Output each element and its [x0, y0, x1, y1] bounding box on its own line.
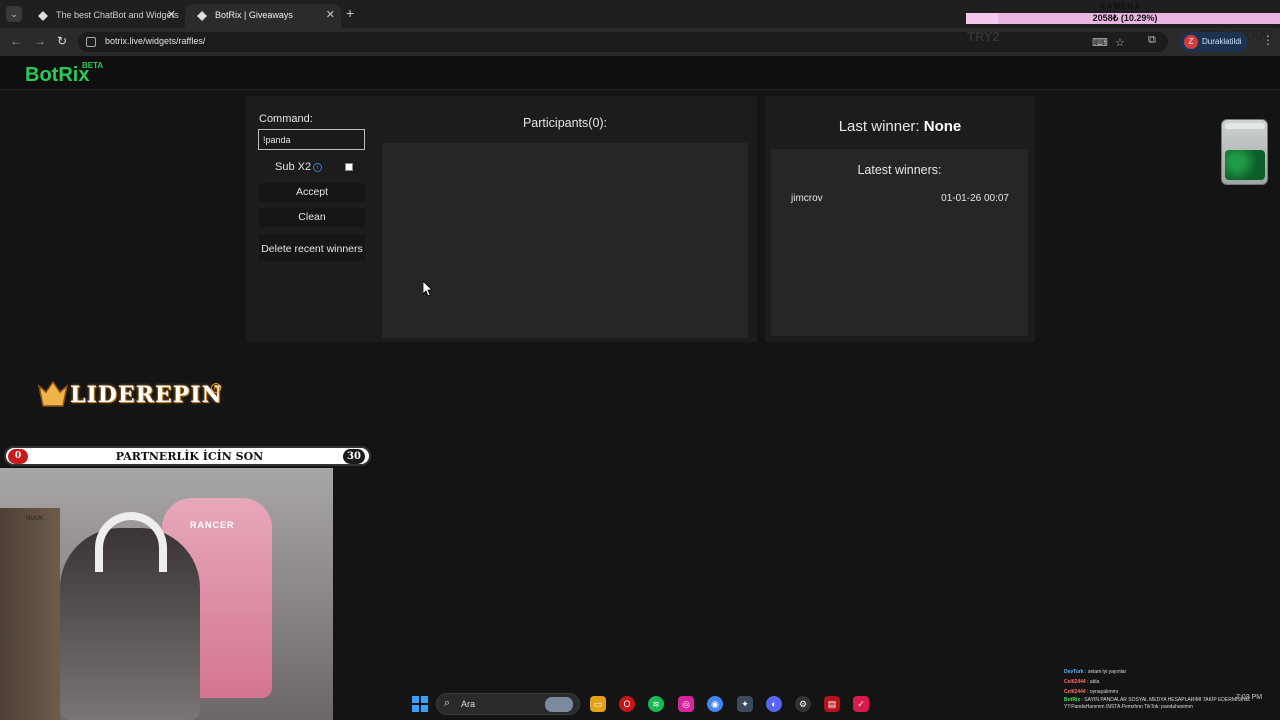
reload-icon[interactable]: ↻ — [57, 34, 67, 48]
new-tab-plus-icon[interactable]: + — [346, 5, 354, 21]
jar-contents — [1225, 150, 1265, 180]
forward-arrow-icon[interactable]: → — [34, 34, 46, 48]
winner-date: 01-01-26 00:07 — [941, 193, 1009, 204]
partner-countdown-bar: 0 PARTNERLİK İCİN SON 30 — [4, 446, 371, 466]
tab-title: The best ChatBot and Widgets — [56, 10, 179, 20]
obs-icon[interactable]: ✦ — [737, 696, 753, 712]
partner-label: PARTNERLİK İCİN SON — [115, 450, 264, 463]
chat-text: abla — [1089, 679, 1100, 685]
steam-icon[interactable]: ⚙ — [795, 696, 811, 712]
tab-giveaways[interactable]: BotRix | Giveaways ✕ — [185, 4, 341, 28]
botrix-favicon-icon — [197, 11, 207, 21]
botrix-logo[interactable]: BotRix — [25, 64, 89, 87]
extensions-puzzle-icon[interactable]: ⧉ — [1148, 34, 1156, 47]
taskbar-clock[interactable]: 7:03 PM — [1236, 694, 1262, 701]
address-bar[interactable]: botrix.live/widgets/raffles/ ⌨ ☆ — [78, 32, 1168, 52]
chat-user: DevTurk — [1064, 669, 1084, 675]
app-icon[interactable]: ▤ — [824, 696, 840, 712]
overlay-try-left: TRY2 — [967, 29, 1000, 44]
chat-user: Celil2444 — [1064, 689, 1086, 695]
sub-x2-label: Sub X2 — [275, 161, 312, 173]
botrix-favicon-icon — [38, 11, 48, 21]
chat-message: DevTurk : selam iyi yayınlar — [1064, 669, 1127, 675]
file-explorer-icon[interactable]: ▭ — [590, 696, 606, 712]
windows-start-icon[interactable] — [412, 696, 428, 712]
winner-name: jimcrov — [791, 193, 823, 204]
jar-lid — [1225, 123, 1265, 129]
raffle-panel: Command: Sub X2 i Accept Clean Delete re… — [246, 96, 757, 342]
url-text[interactable]: botrix.live/widgets/raffles/ — [105, 36, 205, 46]
profile-chip[interactable]: Z Duraklatildi — [1180, 32, 1248, 52]
close-icon[interactable]: ✕ — [326, 8, 335, 21]
chat-overlay: DevTurk : selam iyi yayınlar Celil2444 :… — [1064, 667, 1280, 711]
back-arrow-icon[interactable]: ← — [10, 34, 22, 48]
instagram-icon[interactable]: ◎ — [678, 696, 694, 712]
profile-status: Duraklatildi — [1202, 37, 1242, 46]
chrome-icon[interactable]: ◉ — [707, 696, 723, 712]
delete-recent-winners-button[interactable]: Delete recent winners — [259, 234, 365, 261]
chat-text: SAYIN PANDALAR SOSYAL MEDYA HESAPLARIMI … — [1064, 697, 1251, 710]
last-winner-name: None — [923, 118, 962, 135]
partner-target: 30 — [343, 449, 365, 464]
tab-title: BotRix | Giveaways — [215, 10, 293, 20]
chat-user: BotRix — [1064, 697, 1081, 703]
chat-text: oynayalımmı — [1089, 689, 1119, 695]
command-label: Command: — [259, 113, 313, 125]
liderepin-logo: LIDEREPIN — [70, 382, 223, 408]
camera-label: KAMERA — [1100, 2, 1142, 11]
headset — [95, 512, 167, 572]
mouse-cursor-icon — [423, 281, 433, 297]
crown-logo-icon — [37, 380, 69, 407]
command-input[interactable] — [258, 129, 365, 150]
chat-message: Celil2444 : abla — [1064, 679, 1100, 685]
chat-user: Celil2444 — [1064, 679, 1086, 685]
search-icon: ⌕ — [444, 697, 451, 709]
participants-list[interactable] — [382, 143, 748, 338]
search-placeholder: Ara — [461, 699, 476, 709]
more-menu-icon[interactable]: ⋮ — [1262, 33, 1274, 47]
bookshelf — [0, 508, 60, 720]
site-settings-icon[interactable] — [86, 37, 96, 47]
chair-brand: RANCER — [190, 520, 235, 530]
spotify-icon[interactable]: ≋ — [648, 696, 664, 712]
beta-badge: BETA — [82, 61, 104, 70]
avatar: Z — [1184, 35, 1198, 49]
latest-winners-title: Latest winners: — [857, 163, 942, 177]
info-icon[interactable]: i — [313, 163, 322, 172]
winners-panel: Last winner: None Latest winners: jimcro… — [765, 96, 1035, 342]
tab-search-chevron-icon[interactable]: ⌄ — [6, 6, 22, 22]
donation-goal-text: 2058₺ (10.29%) — [1092, 13, 1158, 23]
raffle-jar-icon — [1221, 119, 1268, 185]
browser-toolbar: ← → ↻ botrix.live/widgets/raffles/ ⌨ ☆ ⧉ — [0, 28, 1280, 56]
latest-winners-box: Latest winners: jimcrov 01-01-26 00:07 — [771, 149, 1028, 336]
bookmark-star-icon[interactable]: ☆ — [1115, 36, 1125, 49]
site-header: BotRix BETA — [0, 56, 1280, 90]
translate-icon[interactable]: ⌨ — [1092, 36, 1108, 49]
last-winner-label: Last winner: — [838, 118, 920, 135]
participants-title: Participants(0): — [522, 116, 608, 130]
pocket-icon[interactable]: ✓ — [853, 696, 869, 712]
donation-goal-bar: 2058₺ (10.29%) — [966, 13, 1280, 24]
registered-mark-icon: R — [211, 383, 221, 393]
opera-icon[interactable]: O — [619, 696, 635, 712]
last-winner-heading: Last winner: None — [765, 118, 1035, 135]
chat-text: selam iyi yayınlar — [1087, 669, 1127, 675]
shelf-sign: NUUK — [26, 516, 44, 522]
list-item: jimcrov 01-01-26 00:07 — [791, 193, 1009, 207]
taskbar-search[interactable]: ⌕ Ara — [436, 693, 580, 715]
accept-button[interactable]: Accept — [259, 183, 365, 202]
discord-icon[interactable]: ◐ — [766, 696, 782, 712]
sub-x2-checkbox[interactable] — [345, 163, 353, 171]
close-icon[interactable]: ✕ — [167, 8, 176, 21]
tab-chatbot[interactable]: The best ChatBot and Widgets ✕ — [26, 4, 182, 28]
clean-button[interactable]: Clean — [259, 208, 365, 227]
search-highlight-icon — [545, 697, 573, 712]
webcam-feed: NUUK RANCER — [0, 468, 333, 720]
